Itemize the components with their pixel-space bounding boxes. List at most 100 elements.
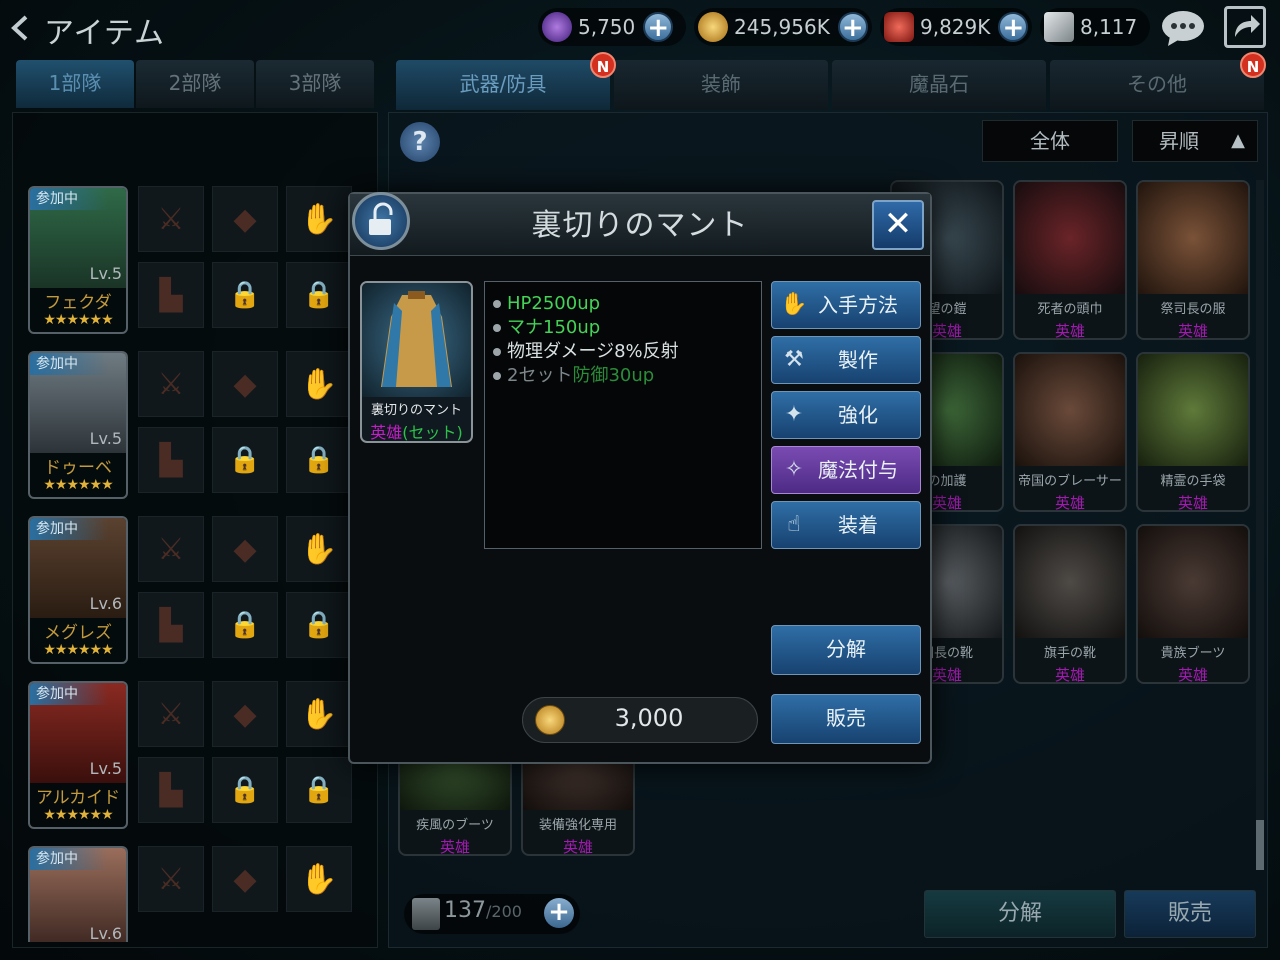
item-image: [1138, 526, 1248, 638]
armor-slot-icon: ◆: [233, 366, 257, 402]
chat-icon[interactable]: [1160, 8, 1206, 48]
tab-weapons-armor[interactable]: 武器/防具: [396, 60, 610, 110]
crystal-icon: [542, 12, 572, 42]
add-crystal-button[interactable]: +: [643, 12, 674, 42]
inventory-item[interactable]: 旗手の靴 英雄: [1013, 524, 1127, 684]
equipment-slot[interactable]: ◆: [212, 186, 278, 252]
expand-capacity-button[interactable]: +: [544, 898, 574, 928]
equipment-slot[interactable]: ⚔: [138, 186, 204, 252]
equipment-slot[interactable]: 🔒: [286, 757, 352, 823]
close-button[interactable]: ✕: [872, 200, 924, 250]
button-label: 製作: [838, 348, 878, 372]
filter-all-button[interactable]: 全体: [982, 120, 1118, 162]
equipment-slot[interactable]: 🔒: [286, 427, 352, 493]
equipment-slot[interactable]: ▙: [138, 757, 204, 823]
equipment-slot[interactable]: ✋: [286, 516, 352, 582]
item-name: 疾風のブーツ: [416, 818, 494, 833]
equipment-slot[interactable]: ⚔: [138, 846, 204, 912]
equipment-slot[interactable]: ⚔: [138, 681, 204, 747]
inventory-item[interactable]: 祭司長の服 英雄: [1136, 180, 1250, 340]
enhance-sparkle-icon: ✦: [784, 402, 804, 427]
padlock-open-icon: [369, 202, 393, 235]
item-image: [1015, 354, 1125, 466]
inventory-scrollbar[interactable]: [1256, 180, 1264, 870]
add-ruby-button[interactable]: +: [998, 12, 1029, 42]
equipment-slot[interactable]: ◆: [212, 681, 278, 747]
add-gold-button[interactable]: +: [837, 12, 868, 42]
tab-others[interactable]: その他: [1050, 60, 1264, 110]
capacity-current: 137: [444, 898, 486, 923]
currency-gold: 245,956K +: [694, 8, 872, 46]
disassemble-button[interactable]: 分解: [771, 625, 921, 675]
item-rarity: 英雄: [1177, 494, 1208, 512]
inventory-item[interactable]: 死者の頭巾 英雄: [1013, 180, 1127, 340]
inventory-item[interactable]: 貴族ブーツ 英雄: [1136, 524, 1250, 684]
locked-slot-icon: 🔒: [228, 610, 262, 640]
inventory-item[interactable]: 帝国のブレーサー 英雄: [1013, 352, 1127, 512]
equipment-slot[interactable]: 🔒: [212, 757, 278, 823]
sell-button[interactable]: 販売: [771, 694, 921, 744]
armor-slot-icon: ◆: [233, 696, 257, 732]
character-portrait[interactable]: 参加中 Lv.5 ドゥーベ ★★★★★★: [28, 351, 128, 499]
locked-slot-icon: 🔒: [228, 280, 262, 310]
equipment-slot[interactable]: ✋: [286, 351, 352, 417]
sort-order-button[interactable]: 昇順 ▲: [1132, 120, 1258, 162]
stat-text: 物理ダメージ8%反射: [507, 341, 679, 362]
boot-slot-icon: ▙: [159, 277, 183, 313]
character-portrait[interactable]: 参加中 Lv.5 フェクダ ★★★★★★: [28, 186, 128, 334]
weapon-slot-icon: ⚔: [157, 696, 185, 732]
equipment-slot[interactable]: 🔒: [212, 427, 278, 493]
equipment-slot[interactable]: ⚔: [138, 516, 204, 582]
bulk-sell-button[interactable]: 販売: [1124, 890, 1256, 938]
star-rating: ★★★★★★: [43, 807, 113, 823]
tab-accessories[interactable]: 装飾: [614, 60, 828, 110]
locked-slot-icon: 🔒: [228, 445, 262, 475]
craft-button[interactable]: ⚒ 製作: [771, 336, 921, 384]
item-name: 貴族ブーツ: [1160, 646, 1226, 661]
crystal-amount: 5,750: [578, 15, 636, 39]
equipment-slot[interactable]: ◆: [212, 516, 278, 582]
equipment-slot[interactable]: 🔒: [212, 592, 278, 658]
equipment-slot[interactable]: ✋: [286, 846, 352, 912]
equipment-slot[interactable]: ▙: [138, 427, 204, 493]
character-portrait[interactable]: 参加中 Lv.6: [28, 846, 128, 942]
weapon-slot-icon: ⚔: [157, 861, 185, 897]
equip-button[interactable]: ☝ 装着: [771, 501, 921, 549]
tab-party-1[interactable]: 1部隊: [16, 60, 134, 108]
equipment-slot[interactable]: ▙: [138, 592, 204, 658]
obtain-method-button[interactable]: ✋ 入手方法: [771, 281, 921, 329]
tab-party-2[interactable]: 2部隊: [136, 60, 254, 108]
scrollbar-thumb[interactable]: [1256, 820, 1264, 870]
bullet-icon: [493, 300, 501, 308]
tab-magic-stones[interactable]: 魔晶石: [832, 60, 1046, 110]
equipment-slot[interactable]: ◆: [212, 846, 278, 912]
inventory-item[interactable]: 精霊の手袋 英雄: [1136, 352, 1250, 512]
unlock-icon[interactable]: [352, 192, 410, 250]
bullet-icon: [493, 372, 501, 380]
back-arrow-icon[interactable]: [8, 14, 32, 42]
bulk-disassemble-button[interactable]: 分解: [924, 890, 1116, 938]
participating-tag: 参加中: [30, 848, 108, 870]
magic-enchant-icon: ✧: [784, 457, 804, 482]
equipment-slot[interactable]: 🔒: [286, 592, 352, 658]
equipment-slot[interactable]: ✋: [286, 186, 352, 252]
item-preview-card: 裏切りのマント 英雄(セット): [360, 281, 473, 443]
equipment-slot[interactable]: ▙: [138, 262, 204, 328]
enchant-button[interactable]: ✧ 魔法付与: [771, 446, 921, 494]
character-portrait[interactable]: 参加中 Lv.6 メグレズ ★★★★★★: [28, 516, 128, 664]
new-badge: N: [590, 52, 616, 78]
help-icon[interactable]: ?: [400, 122, 440, 162]
locked-slot-icon: 🔒: [302, 775, 336, 805]
tab-party-3[interactable]: 3部隊: [256, 60, 374, 108]
armor-slot-icon: ◆: [233, 201, 257, 237]
share-icon[interactable]: [1224, 6, 1266, 48]
equipment-slot[interactable]: 🔒: [212, 262, 278, 328]
equipment-slot[interactable]: ⚔: [138, 351, 204, 417]
equipment-slot[interactable]: ◆: [212, 351, 278, 417]
character-portrait[interactable]: 参加中 Lv.5 アルカイド ★★★★★★: [28, 681, 128, 829]
equipment-slot[interactable]: 🔒: [286, 262, 352, 328]
equipment-slot[interactable]: ✋: [286, 681, 352, 747]
enhance-button[interactable]: ✦ 強化: [771, 391, 921, 439]
character-name: ドゥーベ: [44, 458, 112, 478]
weapon-slot-icon: ⚔: [157, 201, 185, 237]
